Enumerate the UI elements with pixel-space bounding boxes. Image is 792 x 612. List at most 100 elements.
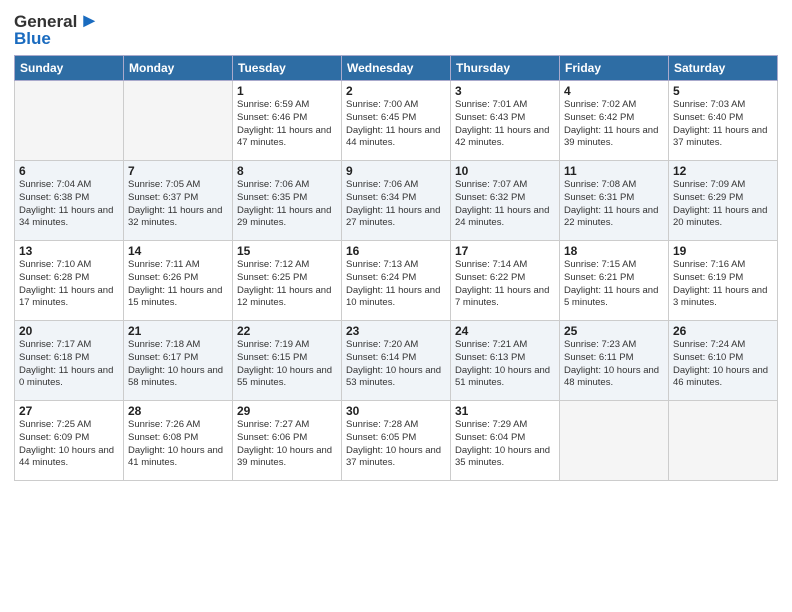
day-info: Sunrise: 7:18 AM Sunset: 6:17 PM Dayligh… [128,339,228,390]
day-info: Sunrise: 7:04 AM Sunset: 6:38 PM Dayligh… [19,179,119,230]
day-number: 7 [128,164,228,178]
day-info: Sunrise: 7:20 AM Sunset: 6:14 PM Dayligh… [346,339,446,390]
day-info: Sunrise: 7:15 AM Sunset: 6:21 PM Dayligh… [564,259,664,310]
calendar-day-cell: 9Sunrise: 7:06 AM Sunset: 6:34 PM Daylig… [342,161,451,241]
calendar-day-cell: 28Sunrise: 7:26 AM Sunset: 6:08 PM Dayli… [124,401,233,481]
day-number: 25 [564,324,664,338]
calendar-day-cell: 24Sunrise: 7:21 AM Sunset: 6:13 PM Dayli… [451,321,560,401]
logo: General ► Blue [14,10,99,49]
day-info: Sunrise: 7:03 AM Sunset: 6:40 PM Dayligh… [673,99,773,150]
day-info: Sunrise: 7:11 AM Sunset: 6:26 PM Dayligh… [128,259,228,310]
calendar-day-cell: 31Sunrise: 7:29 AM Sunset: 6:04 PM Dayli… [451,401,560,481]
calendar-day-cell: 14Sunrise: 7:11 AM Sunset: 6:26 PM Dayli… [124,241,233,321]
calendar-day-cell [560,401,669,481]
col-header-sunday: Sunday [15,56,124,81]
day-number: 23 [346,324,446,338]
col-header-tuesday: Tuesday [233,56,342,81]
calendar-day-cell [15,81,124,161]
day-info: Sunrise: 7:07 AM Sunset: 6:32 PM Dayligh… [455,179,555,230]
calendar-header-row: SundayMondayTuesdayWednesdayThursdayFrid… [15,56,778,81]
day-info: Sunrise: 7:29 AM Sunset: 6:04 PM Dayligh… [455,419,555,470]
day-number: 9 [346,164,446,178]
day-info: Sunrise: 7:19 AM Sunset: 6:15 PM Dayligh… [237,339,337,390]
day-info: Sunrise: 7:16 AM Sunset: 6:19 PM Dayligh… [673,259,773,310]
calendar-day-cell [124,81,233,161]
day-number: 10 [455,164,555,178]
col-header-friday: Friday [560,56,669,81]
day-number: 29 [237,404,337,418]
day-info: Sunrise: 7:09 AM Sunset: 6:29 PM Dayligh… [673,179,773,230]
day-info: Sunrise: 7:17 AM Sunset: 6:18 PM Dayligh… [19,339,119,390]
calendar-day-cell: 20Sunrise: 7:17 AM Sunset: 6:18 PM Dayli… [15,321,124,401]
calendar-day-cell: 5Sunrise: 7:03 AM Sunset: 6:40 PM Daylig… [669,81,778,161]
calendar-day-cell: 15Sunrise: 7:12 AM Sunset: 6:25 PM Dayli… [233,241,342,321]
day-number: 24 [455,324,555,338]
calendar-day-cell: 7Sunrise: 7:05 AM Sunset: 6:37 PM Daylig… [124,161,233,241]
calendar-day-cell: 10Sunrise: 7:07 AM Sunset: 6:32 PM Dayli… [451,161,560,241]
col-header-wednesday: Wednesday [342,56,451,81]
day-number: 21 [128,324,228,338]
day-number: 27 [19,404,119,418]
day-number: 28 [128,404,228,418]
calendar-day-cell [669,401,778,481]
page: General ► Blue SundayMondayTuesdayWednes… [0,0,792,612]
calendar-day-cell: 1Sunrise: 6:59 AM Sunset: 6:46 PM Daylig… [233,81,342,161]
calendar-day-cell: 13Sunrise: 7:10 AM Sunset: 6:28 PM Dayli… [15,241,124,321]
day-info: Sunrise: 7:08 AM Sunset: 6:31 PM Dayligh… [564,179,664,230]
calendar-day-cell: 8Sunrise: 7:06 AM Sunset: 6:35 PM Daylig… [233,161,342,241]
day-number: 14 [128,244,228,258]
day-info: Sunrise: 7:12 AM Sunset: 6:25 PM Dayligh… [237,259,337,310]
day-number: 26 [673,324,773,338]
calendar-week-row: 6Sunrise: 7:04 AM Sunset: 6:38 PM Daylig… [15,161,778,241]
day-info: Sunrise: 7:10 AM Sunset: 6:28 PM Dayligh… [19,259,119,310]
day-number: 30 [346,404,446,418]
day-number: 13 [19,244,119,258]
calendar-day-cell: 17Sunrise: 7:14 AM Sunset: 6:22 PM Dayli… [451,241,560,321]
day-info: Sunrise: 7:24 AM Sunset: 6:10 PM Dayligh… [673,339,773,390]
day-info: Sunrise: 7:23 AM Sunset: 6:11 PM Dayligh… [564,339,664,390]
calendar-day-cell: 23Sunrise: 7:20 AM Sunset: 6:14 PM Dayli… [342,321,451,401]
calendar-day-cell: 27Sunrise: 7:25 AM Sunset: 6:09 PM Dayli… [15,401,124,481]
day-number: 8 [237,164,337,178]
day-number: 12 [673,164,773,178]
calendar-day-cell: 18Sunrise: 7:15 AM Sunset: 6:21 PM Dayli… [560,241,669,321]
day-number: 6 [19,164,119,178]
day-info: Sunrise: 7:14 AM Sunset: 6:22 PM Dayligh… [455,259,555,310]
calendar-day-cell: 25Sunrise: 7:23 AM Sunset: 6:11 PM Dayli… [560,321,669,401]
calendar-day-cell: 19Sunrise: 7:16 AM Sunset: 6:19 PM Dayli… [669,241,778,321]
calendar-day-cell: 30Sunrise: 7:28 AM Sunset: 6:05 PM Dayli… [342,401,451,481]
day-info: Sunrise: 7:26 AM Sunset: 6:08 PM Dayligh… [128,419,228,470]
day-number: 22 [237,324,337,338]
calendar-day-cell: 21Sunrise: 7:18 AM Sunset: 6:17 PM Dayli… [124,321,233,401]
calendar-day-cell: 11Sunrise: 7:08 AM Sunset: 6:31 PM Dayli… [560,161,669,241]
day-number: 15 [237,244,337,258]
col-header-monday: Monday [124,56,233,81]
day-number: 19 [673,244,773,258]
day-info: Sunrise: 7:06 AM Sunset: 6:34 PM Dayligh… [346,179,446,230]
day-number: 2 [346,84,446,98]
calendar-day-cell: 2Sunrise: 7:00 AM Sunset: 6:45 PM Daylig… [342,81,451,161]
day-info: Sunrise: 7:13 AM Sunset: 6:24 PM Dayligh… [346,259,446,310]
day-number: 18 [564,244,664,258]
calendar-day-cell: 22Sunrise: 7:19 AM Sunset: 6:15 PM Dayli… [233,321,342,401]
day-number: 20 [19,324,119,338]
calendar: SundayMondayTuesdayWednesdayThursdayFrid… [14,55,778,481]
calendar-day-cell: 12Sunrise: 7:09 AM Sunset: 6:29 PM Dayli… [669,161,778,241]
day-number: 4 [564,84,664,98]
day-number: 5 [673,84,773,98]
col-header-thursday: Thursday [451,56,560,81]
header: General ► Blue [14,10,778,49]
calendar-week-row: 20Sunrise: 7:17 AM Sunset: 6:18 PM Dayli… [15,321,778,401]
calendar-week-row: 1Sunrise: 6:59 AM Sunset: 6:46 PM Daylig… [15,81,778,161]
day-info: Sunrise: 7:21 AM Sunset: 6:13 PM Dayligh… [455,339,555,390]
day-info: Sunrise: 7:06 AM Sunset: 6:35 PM Dayligh… [237,179,337,230]
day-number: 31 [455,404,555,418]
day-number: 3 [455,84,555,98]
logo-blue: Blue [14,29,51,49]
day-number: 1 [237,84,337,98]
day-number: 16 [346,244,446,258]
day-info: Sunrise: 7:02 AM Sunset: 6:42 PM Dayligh… [564,99,664,150]
day-info: Sunrise: 6:59 AM Sunset: 6:46 PM Dayligh… [237,99,337,150]
calendar-day-cell: 6Sunrise: 7:04 AM Sunset: 6:38 PM Daylig… [15,161,124,241]
calendar-day-cell: 4Sunrise: 7:02 AM Sunset: 6:42 PM Daylig… [560,81,669,161]
